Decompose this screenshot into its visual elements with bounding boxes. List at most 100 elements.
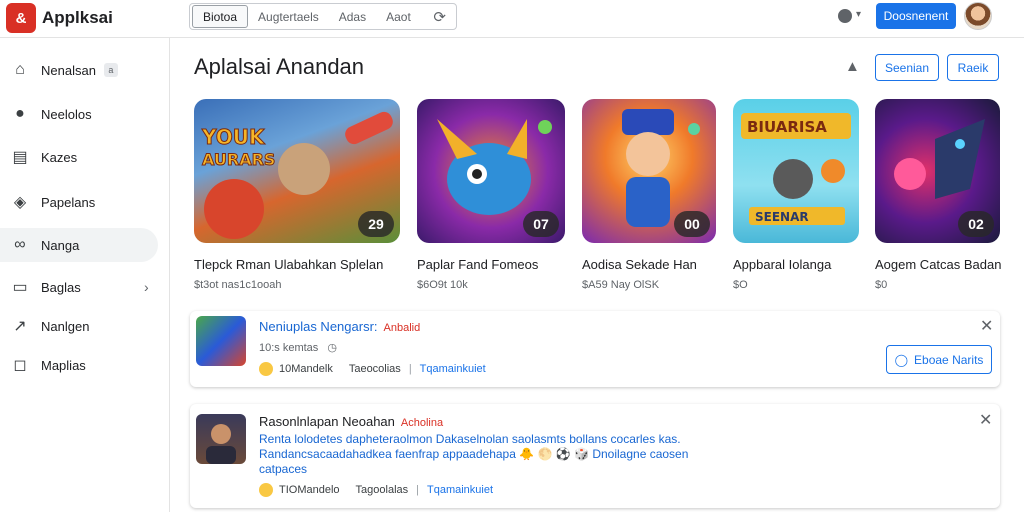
stat-link[interactable]: Tqamainkuiet	[427, 484, 493, 496]
sidebar-item-label: Nanlgen	[41, 318, 90, 334]
smiley-icon	[259, 362, 273, 376]
clock-icon: ◷	[327, 342, 337, 354]
svg-text:SEENAR: SEENAR	[755, 210, 809, 224]
page-title: Aplalsai Anandan	[194, 54, 365, 79]
top-bar: & Applksai Biotoa Augtertaels Adas Aaot …	[0, 0, 1024, 38]
notification-title[interactable]: Rasonlnlapan Neoahan Acholina	[259, 414, 443, 429]
notification-meta: 10:s kemtas ◷	[259, 341, 337, 354]
card-price: $6O9t 10k	[417, 279, 468, 291]
game-card[interactable]: 00 Aodisa Sekade Han $A59 Nay OlSK	[582, 99, 716, 291]
notification-stats: TIOMandelo Tagoolalas | Tqamainkuiet	[259, 483, 493, 497]
card-price: $t3ot nas1c1ooah	[194, 279, 282, 291]
tab-2[interactable]: Adas	[329, 4, 376, 29]
notification-tag: Acholina	[400, 417, 444, 429]
sidebar: ⌂ Nenalsan a ● Neelolos ▤ Kazes ◈ Papela…	[0, 38, 170, 512]
notification-card[interactable]: Rasonlnlapan Neoahan Acholina Renta lolod…	[190, 404, 1000, 508]
folder-icon: ▭	[12, 279, 28, 296]
game-card[interactable]: YOUK AURARS 29 Tlepck Rman Ulabahkan Spl…	[194, 99, 400, 291]
sidebar-item-label: Kazes	[41, 149, 78, 165]
svg-text:YOUK: YOUK	[201, 125, 266, 149]
game-card[interactable]: 02 Aogem Catcas Badan $0	[875, 99, 1002, 291]
lock-badge-icon: a	[103, 63, 118, 77]
top-primary-button[interactable]: Doosnenent	[876, 3, 956, 29]
notification-title-text: Rasonlnlapan Neoahan	[259, 414, 395, 429]
sidebar-item-label: Papelans	[41, 194, 96, 210]
home-icon: ⌂	[15, 61, 25, 78]
refresh-icon[interactable]: ⟳	[433, 8, 446, 26]
sidebar-item-label: Neelolos	[41, 106, 92, 122]
svg-text:BIUARISA: BIUARISA	[747, 118, 827, 136]
card-title: Paplar Fand Fomeos	[417, 257, 539, 272]
stat-link[interactable]: Tqamainkuiet	[420, 363, 486, 375]
card-price: $0	[875, 279, 888, 291]
infinity-icon: ∞	[14, 236, 26, 253]
notification-body: Renta lolodetes dapheteraolmon Dakaselno…	[259, 432, 689, 476]
stat-left: TIOMandelo	[279, 484, 340, 496]
notification-action-label: Eboae Narits	[914, 352, 984, 367]
news-icon: ▤	[12, 149, 28, 166]
game-thumbnail[interactable]: BIUARISA SEENAR	[733, 99, 859, 243]
sidebar-item-5[interactable]: ▭ Baglas ›	[0, 270, 158, 304]
tab-bar: Biotoa Augtertaels Adas Aaot ⟳	[189, 3, 457, 30]
square-icon: ◻	[13, 357, 27, 374]
share-icon: ↗	[13, 318, 27, 335]
secondary-button-2[interactable]: Raeik	[947, 54, 999, 81]
sidebar-item-label: Baglas	[41, 279, 81, 295]
notification-title-text: Neniuplas Nengarsr:	[259, 319, 378, 334]
tab-1[interactable]: Augtertaels	[248, 4, 329, 29]
game-card[interactable]: 07 Paplar Fand Fomeos $6O9t 10k	[417, 99, 565, 291]
avatar[interactable]	[964, 2, 992, 30]
stat-left: 10Mandelk	[279, 363, 333, 375]
sidebar-item-1[interactable]: ● Neelolos	[0, 97, 158, 131]
soccer-ball-icon: ●	[15, 105, 25, 122]
notification-thumbnail[interactable]	[196, 414, 246, 464]
game-thumbnail[interactable]: 00	[582, 99, 716, 243]
chevron-down-icon[interactable]: ▾	[856, 9, 861, 20]
notification-action-button[interactable]: ◯ Eboae Narits	[886, 345, 992, 374]
card-title: Aogem Catcas Badan	[875, 257, 1002, 272]
notification-card[interactable]: Neniuplas Nengarsr: Anbalid 10:s kemtas ◷…	[190, 311, 1000, 387]
bell-icon[interactable]: ▲	[845, 58, 860, 75]
sidebar-item-3[interactable]: ◈ Papelans	[0, 185, 158, 219]
svg-text:AURARS: AURARS	[202, 150, 275, 169]
sidebar-item-7[interactable]: ◻ Maplias	[0, 348, 158, 382]
card-title: Appbaral Iolanga	[733, 257, 832, 272]
stat-mid: Tagoolalas	[355, 484, 409, 496]
card-title: Aodisa Sekade Han	[582, 257, 697, 272]
notification-thumbnail[interactable]	[196, 316, 246, 366]
sidebar-item-label: Nenalsan	[41, 62, 96, 78]
notification-time: 10:s kemtas	[259, 342, 319, 354]
sidebar-item-2[interactable]: ▤ Kazes	[0, 140, 158, 174]
card-title: Tlepck Rman Ulabahkan Splelan	[194, 257, 384, 272]
notification-title[interactable]: Neniuplas Nengarsr: Anbalid	[259, 319, 420, 334]
rating-badge: 07	[523, 211, 559, 237]
sidebar-item-6[interactable]: ↗ Nanlgen	[0, 309, 158, 343]
tag-icon: ◈	[13, 194, 27, 211]
stat-mid: Taeocolias	[348, 363, 401, 375]
close-icon[interactable]: ✕	[979, 410, 992, 430]
app-logo[interactable]: &	[6, 3, 36, 33]
rating-badge: 02	[958, 211, 994, 237]
chevron-right-icon[interactable]: ›	[144, 279, 149, 295]
chat-icon: ◯	[894, 352, 909, 367]
sidebar-item-0[interactable]: ⌂ Nenalsan a	[0, 53, 158, 87]
rating-badge: 29	[358, 211, 394, 237]
sidebar-item-label: Maplias	[41, 357, 86, 373]
game-thumbnail[interactable]: 07	[417, 99, 565, 243]
tab-0[interactable]: Biotoa	[192, 5, 249, 28]
notification-stats: 10Mandelk Taeocolias | Tqamainkuiet	[259, 362, 486, 376]
card-price: $A59 Nay OlSK	[582, 279, 660, 291]
game-card[interactable]: BIUARISA SEENAR Appbaral Iolanga $O	[733, 99, 859, 291]
tab-3[interactable]: Aaot	[376, 4, 421, 29]
smiley-icon	[259, 483, 273, 497]
separator: |	[408, 363, 412, 375]
close-icon[interactable]: ✕	[980, 316, 993, 336]
sidebar-item-label: Nanga	[41, 237, 80, 253]
secondary-button-1[interactable]: Seenian	[875, 54, 939, 81]
status-indicator-icon[interactable]	[838, 9, 852, 23]
separator: |	[416, 484, 419, 496]
game-thumbnail[interactable]: 02	[875, 99, 1000, 243]
rating-badge: 00	[674, 211, 710, 237]
game-thumbnail[interactable]: YOUK AURARS 29	[194, 99, 400, 243]
sidebar-item-4[interactable]: ∞ Nanga	[0, 228, 158, 262]
